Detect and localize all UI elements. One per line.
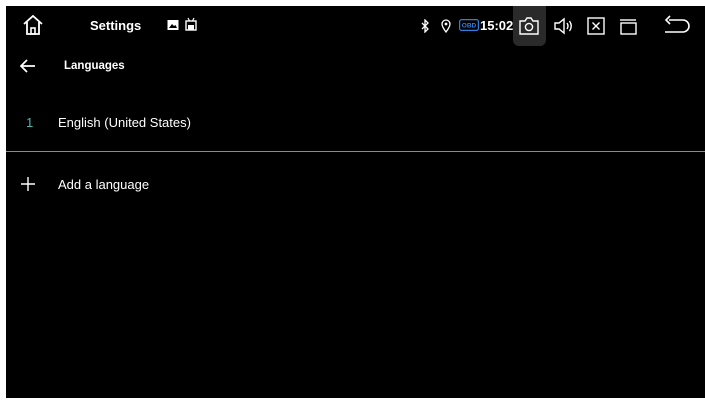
divider: [6, 151, 705, 152]
language-index: 1: [26, 115, 34, 130]
language-list-item[interactable]: 1 English (United States): [6, 103, 705, 143]
status-bar: Settings OBD 15:02: [6, 6, 705, 46]
back-icon[interactable]: [662, 15, 692, 37]
screenshot-icon[interactable]: [518, 16, 540, 36]
bluetooth-icon: [420, 19, 430, 33]
add-language-button[interactable]: Add a language: [6, 166, 705, 202]
android-notification-icon: [184, 17, 198, 31]
page-header: Languages: [6, 48, 705, 84]
app-title: Settings: [90, 18, 142, 33]
obd-icon: OBD: [459, 19, 479, 31]
location-icon: [441, 19, 451, 33]
image-notification-icon: [167, 19, 179, 31]
recent-apps-icon[interactable]: [618, 16, 640, 36]
home-icon[interactable]: [20, 12, 46, 38]
back-arrow-icon[interactable]: [18, 56, 38, 76]
plus-icon: [18, 174, 38, 194]
add-language-label: Add a language: [58, 177, 150, 192]
screen: Settings OBD 15:02 Languages 1 English (…: [6, 6, 705, 398]
clock: 15:02: [480, 18, 514, 33]
volume-icon[interactable]: [553, 16, 575, 36]
close-app-icon[interactable]: [586, 16, 606, 36]
page-title: Languages: [64, 60, 125, 72]
language-name: English (United States): [58, 115, 191, 130]
obd-label: OBD: [462, 23, 477, 30]
